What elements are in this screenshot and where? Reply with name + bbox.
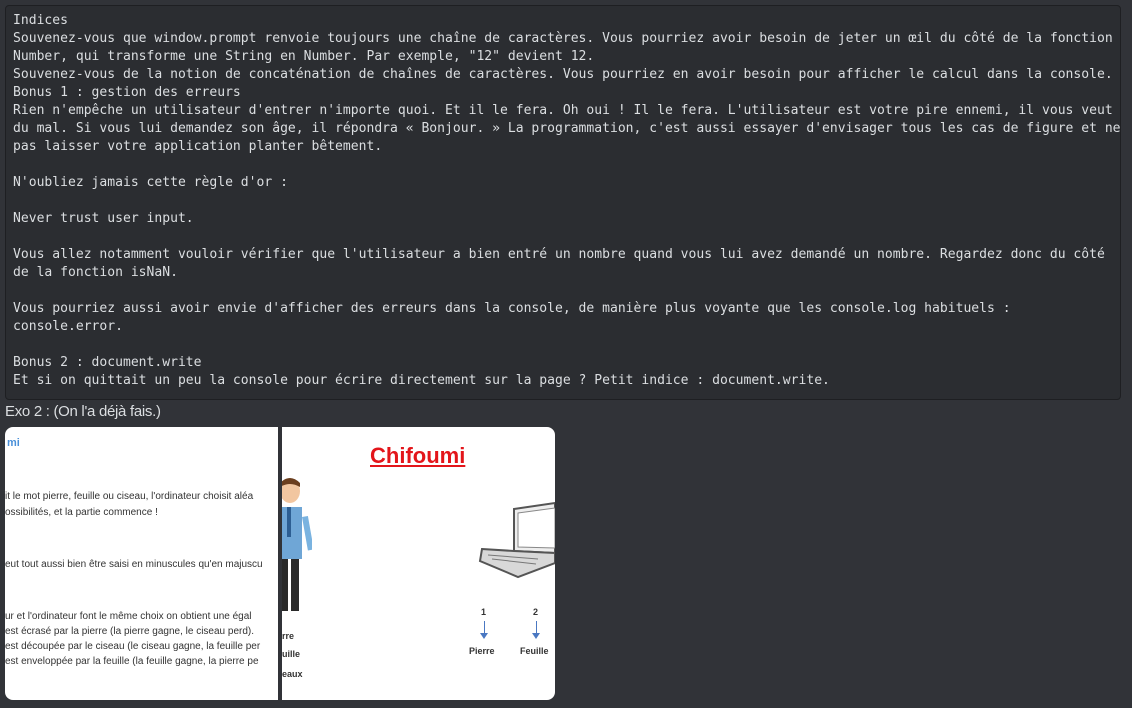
- slide-title: Chifoumi: [370, 443, 466, 468]
- label-fragment: uille: [282, 649, 301, 659]
- doc-line: est enveloppée par la feuille (la feuill…: [5, 656, 259, 667]
- doc-line: eut tout aussi bien être saisi en minusc…: [5, 559, 263, 570]
- choice-label-feuille: Feuille: [520, 646, 549, 656]
- code-line: Vous allez notamment vouloir vérifier qu…: [13, 247, 1105, 262]
- doc-line: est découpée par le ciseau (le ciseau ga…: [5, 641, 261, 652]
- code-line: Souvenez-vous que window.prompt renvoie …: [13, 31, 1113, 46]
- code-line: pas laisser votre application planter bê…: [13, 139, 383, 154]
- code-line: Vous pourriez aussi avoir envie d'affich…: [13, 301, 1011, 316]
- code-line: N'oubliez jamais cette règle d'or :: [13, 175, 288, 190]
- choice-number-1: 1: [481, 607, 487, 617]
- code-line: Et si on quittait un peu la console pour…: [13, 373, 830, 388]
- arrow-head-icon: [532, 633, 540, 639]
- doc-line: est écrasé par la pierre (la pierre gagn…: [5, 626, 255, 637]
- label-fragment: rre: [282, 631, 295, 641]
- doc-title-fragment: mi: [7, 437, 20, 449]
- choice-number-2: 2: [533, 607, 539, 617]
- code-line: Number, qui transforme une String en Num…: [13, 49, 595, 64]
- code-line: Souvenez-vous de la notion de concaténat…: [13, 67, 1113, 82]
- code-block: Indices Souvenez-vous que window.prompt r…: [5, 5, 1121, 400]
- doc-line: ur et l'ordinateur font le même choix on…: [5, 611, 252, 622]
- code-line: Never trust user input.: [13, 211, 194, 226]
- code-line: du mal. Si vous lui demandez son âge, il…: [13, 121, 1121, 136]
- code-line: Bonus 1 : gestion des erreurs: [13, 85, 241, 100]
- choice-label-pierre: Pierre: [469, 646, 495, 656]
- code-line: Indices: [13, 13, 68, 28]
- doc-line: ossibilités, et la partie commence !: [5, 507, 158, 518]
- attachment-image-1[interactable]: mi it le mot pierre, feuille ou ciseau, …: [5, 427, 278, 700]
- message-text: Exo 2 : (On l'a déjà fais.): [5, 403, 161, 420]
- code-line: Bonus 2 : document.write: [13, 355, 202, 370]
- code-line: console.error.: [13, 319, 123, 334]
- doc-line: it le mot pierre, feuille ou ciseau, l'o…: [5, 491, 254, 502]
- arrow-head-icon: [480, 633, 488, 639]
- laptop-illustration: [478, 501, 555, 579]
- attachment-image-2[interactable]: Chifoumi rre uille eaux 1 2 Pierre Feuil…: [282, 427, 555, 700]
- label-fragment: eaux: [282, 669, 303, 679]
- code-line: Rien n'empêche un utilisateur d'entrer n…: [13, 103, 1113, 118]
- person-illustration: [282, 478, 312, 611]
- code-line: de la fonction isNaN.: [13, 265, 178, 280]
